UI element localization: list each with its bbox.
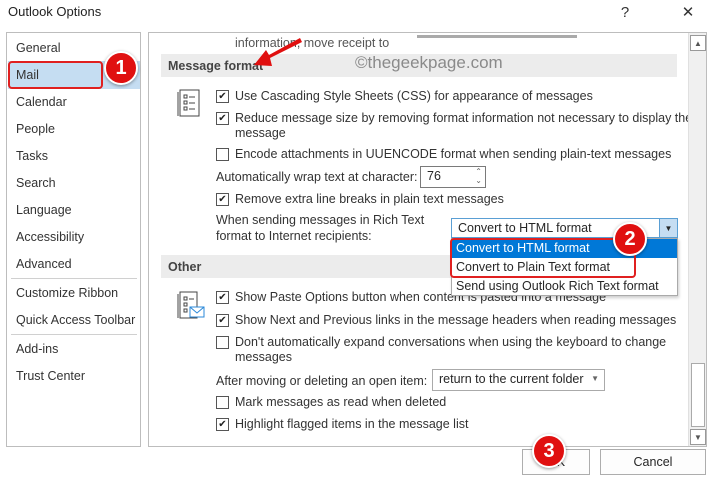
option-send-rich[interactable]: Send using Outlook Rich Text format <box>452 277 677 296</box>
linebreaks-label: Remove extra line breaks in plain text m… <box>235 192 504 206</box>
sidebar-item-people[interactable]: People <box>16 122 55 136</box>
after-value: return to the current folder <box>439 372 584 386</box>
message-format-icon <box>177 89 200 117</box>
close-button[interactable]: ✕ <box>668 0 708 24</box>
help-button[interactable]: ? <box>605 0 645 24</box>
flagged-checkbox[interactable]: ✔ <box>216 418 229 431</box>
badge-3: 3 <box>532 434 566 468</box>
red-arrow <box>254 38 302 66</box>
expand-label: Don't automatically expand conversations… <box>235 335 667 349</box>
sidebar-item-add-ins[interactable]: Add-ins <box>16 342 58 356</box>
divider <box>11 278 137 279</box>
cancel-button[interactable]: Cancel <box>600 449 706 475</box>
sidebar-item-quick-access-toolbar[interactable]: Quick Access Toolbar <box>16 313 135 327</box>
markread-label: Mark messages as read when deleted <box>235 395 447 409</box>
css-label: Use Cascading Style Sheets (CSS) for app… <box>235 89 593 103</box>
reduce-label-2: message <box>235 126 286 140</box>
rich-label-2: format to Internet recipients: <box>216 229 372 243</box>
sidebar-item-general[interactable]: General <box>16 41 60 55</box>
sidebar-item-trust-center[interactable]: Trust Center <box>16 369 85 383</box>
sidebar: General Mail Calendar People Tasks Searc… <box>6 32 141 447</box>
spin-icon[interactable]: ⌃ ⌄ <box>475 167 482 185</box>
sidebar-item-calendar[interactable]: Calendar <box>16 95 67 109</box>
highlight-mail <box>8 61 103 89</box>
partial-control <box>417 35 577 38</box>
paste-checkbox[interactable]: ✔ <box>216 291 229 304</box>
markread-checkbox[interactable] <box>216 396 229 409</box>
divider <box>11 334 137 335</box>
nextprev-label: Show Next and Previous links in the mess… <box>235 313 677 327</box>
chevron-down-icon[interactable]: ▼ <box>591 374 599 383</box>
sidebar-item-language[interactable]: Language <box>16 203 72 217</box>
badge-1: 1 <box>104 51 138 85</box>
window-title: Outlook Options <box>8 4 102 19</box>
scroll-thumb[interactable] <box>691 363 705 427</box>
sidebar-item-accessibility[interactable]: Accessibility <box>16 230 84 244</box>
wrap-label: Automatically wrap text at character: <box>216 170 418 184</box>
rich-value: Convert to HTML format <box>458 221 592 235</box>
reduce-label: Reduce message size by removing format i… <box>235 111 693 125</box>
wrap-stepper[interactable]: 76 ⌃ ⌄ <box>420 166 486 188</box>
uuencode-label: Encode attachments in UUENCODE format wh… <box>235 147 672 161</box>
watermark: ©thegeekpage.com <box>355 53 503 72</box>
wrap-value: 76 <box>427 169 441 183</box>
uuencode-checkbox[interactable] <box>216 148 229 161</box>
sidebar-item-advanced[interactable]: Advanced <box>16 257 72 271</box>
chevron-down-icon[interactable]: ▼ <box>659 219 677 237</box>
sidebar-item-customize-ribbon[interactable]: Customize Ribbon <box>16 286 118 300</box>
linebreaks-checkbox[interactable]: ✔ <box>216 193 229 206</box>
sidebar-item-tasks[interactable]: Tasks <box>16 149 48 163</box>
nextprev-checkbox[interactable]: ✔ <box>216 314 229 327</box>
flagged-label: Highlight flagged items in the message l… <box>235 417 469 431</box>
reduce-checkbox[interactable]: ✔ <box>216 112 229 125</box>
highlight-options <box>450 238 636 278</box>
expand-label-2: messages <box>235 350 292 364</box>
after-dropdown[interactable]: return to the current folder ▼ <box>432 369 605 391</box>
other-options-icon <box>177 291 205 319</box>
scroll-up-icon[interactable]: ▲ <box>690 35 706 51</box>
css-checkbox[interactable]: ✔ <box>216 90 229 103</box>
scroll-down-icon[interactable]: ▼ <box>690 429 706 445</box>
after-label: After moving or deleting an open item: <box>216 374 428 388</box>
sidebar-item-search[interactable]: Search <box>16 176 56 190</box>
rich-label-1: When sending messages in Rich Text <box>216 213 425 227</box>
scrollbar[interactable]: ▲ ▼ <box>688 33 706 446</box>
badge-2: 2 <box>613 222 647 256</box>
expand-checkbox[interactable] <box>216 336 229 349</box>
